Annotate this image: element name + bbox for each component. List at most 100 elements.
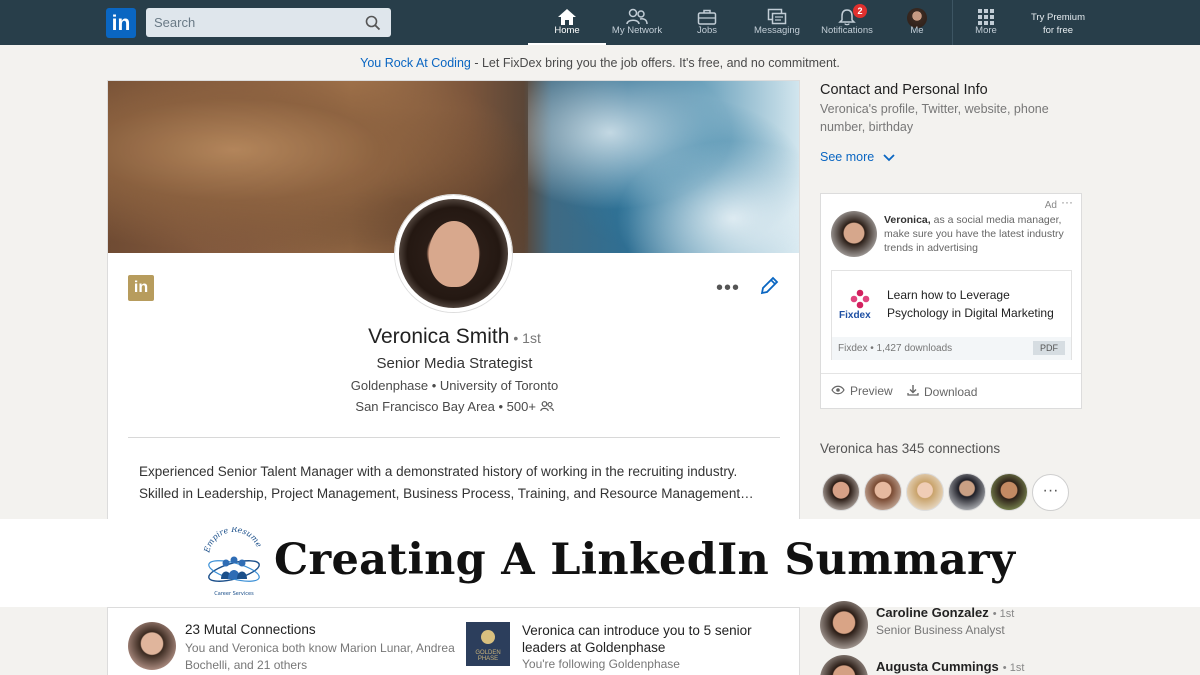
goldenphase-logo[interactable]: GOLDEN PHASE: [466, 622, 510, 666]
search-input[interactable]: [146, 8, 346, 37]
premium-line-2: for free: [1042, 25, 1074, 36]
download-button[interactable]: Download: [907, 384, 977, 399]
nav-me-label: Me: [910, 25, 924, 36]
profile-summary: Experienced Senior Talent Manager with a…: [139, 461, 779, 505]
download-label: Download: [924, 384, 978, 399]
person-title: Senior Business Analyst: [876, 623, 1005, 637]
profile-name-line: Veronica Smith • 1st: [108, 325, 799, 349]
person-avatar[interactable]: [820, 601, 868, 649]
see-more-link[interactable]: See more: [820, 150, 895, 165]
bell-icon: [808, 0, 886, 26]
nav-notifications[interactable]: 2 Notifications: [808, 0, 886, 45]
ad-label: Ad: [1044, 200, 1057, 211]
profile-card: in ••• Veronica Smith • 1st Senior Media …: [107, 80, 800, 520]
nav-messaging[interactable]: Messaging: [738, 0, 816, 45]
ad-avatar: [831, 211, 877, 257]
following-status: You're following Goldenphase: [522, 657, 680, 671]
logo-arc-textpath: Empire Resume: [202, 525, 264, 555]
nav-more[interactable]: More: [947, 0, 1025, 45]
messaging-icon: [738, 0, 816, 25]
person-name[interactable]: Augusta Cummings: [876, 659, 999, 674]
ad-divider: [821, 373, 1081, 374]
connection-avatar[interactable]: [864, 473, 902, 511]
introduction-title[interactable]: Veronica can introduce you to 5 senior l…: [522, 622, 782, 656]
ad-recipient: Veronica,: [884, 214, 931, 226]
person-name-line: Augusta Cummings • 1st: [876, 659, 1024, 674]
nav-jobs[interactable]: Jobs: [668, 0, 746, 45]
banner-title: Creating A LinkedIn Summary: [274, 535, 1016, 585]
person-degree: • 1st: [1002, 662, 1025, 674]
see-more-label: See more: [820, 150, 875, 164]
profile-location: San Francisco Bay Area: [355, 399, 495, 414]
summary-line-1: Experienced Senior Talent Manager with a…: [139, 464, 738, 479]
person-name-line: Caroline Gonzalez • 1st: [876, 605, 1014, 620]
eye-icon: [831, 384, 845, 398]
try-premium-link[interactable]: Try Premium for free: [1022, 11, 1094, 37]
people-icon: [598, 0, 676, 25]
more-connections-button[interactable]: ···: [1032, 474, 1069, 511]
connection-avatar[interactable]: [990, 473, 1028, 511]
download-icon: [907, 384, 919, 399]
ad-document-preview[interactable]: Fixdex Learn how to Leverage Psychology …: [831, 270, 1072, 360]
search-box[interactable]: [146, 8, 391, 37]
profile-photo[interactable]: [395, 195, 512, 312]
connection-avatar[interactable]: [906, 473, 944, 511]
promo-link[interactable]: You Rock At Coding: [360, 56, 471, 70]
fixdex-brand: Fixdex: [839, 310, 871, 321]
nav-more-label: More: [975, 25, 997, 36]
summary-line-2: Skilled in Leadership, Project Managemen…: [139, 486, 754, 501]
profile-face: [429, 221, 479, 287]
connection-avatar[interactable]: [822, 473, 860, 511]
person-degree: • 1st: [992, 608, 1015, 620]
contact-info-description: Veronica's profile, Twitter, website, ph…: [820, 102, 1049, 134]
ad-download-count: Fixdex • 1,427 downloads: [838, 343, 953, 354]
profile-connections[interactable]: 500+: [507, 399, 536, 414]
linkedin-badge-icon: in: [128, 275, 154, 301]
highlights-card: 23 Mutal Connections You and Veronica bo…: [107, 607, 800, 675]
nav-home[interactable]: Home: [528, 0, 606, 45]
connection-avatar[interactable]: [948, 473, 986, 511]
profile-headline: Senior Media Strategist: [376, 355, 533, 372]
premium-line-1: Try Premium: [1030, 12, 1085, 23]
promo-text: - Let FixDex bring you the job offers. I…: [470, 56, 840, 70]
preview-button[interactable]: Preview: [831, 384, 893, 398]
profile-school[interactable]: University of Toronto: [440, 378, 558, 393]
ad-more-icon[interactable]: ···: [1061, 195, 1073, 209]
briefcase-icon: [668, 0, 746, 25]
promo-banner: You Rock At Coding - Let FixDex bring yo…: [0, 56, 1200, 70]
nav-home-label: Home: [554, 25, 580, 36]
mutual-connections-description: You and Veronica both know Marion Lunar,…: [185, 641, 455, 672]
person-name[interactable]: Caroline Gonzalez: [876, 605, 989, 620]
chevron-down-icon: [883, 151, 895, 165]
nav-my-network-label: My Network: [611, 25, 663, 36]
linkedin-logo[interactable]: in: [106, 8, 136, 38]
search-icon[interactable]: [365, 15, 381, 36]
nav-my-network[interactable]: My Network: [598, 0, 676, 45]
ad-card: Ad ··· Veronica, as a social media manag…: [820, 193, 1082, 409]
ad-headline[interactable]: Learn how to Leverage Psychology in Digi…: [887, 286, 1067, 322]
top-nav: in Home My Network Jobs Messaging 2: [0, 0, 1200, 45]
mutual-connections-title[interactable]: 23 Mutal Connections: [185, 622, 316, 637]
connections-count-title[interactable]: Veronica has 345 connections: [820, 441, 1000, 456]
contact-info-title: Contact and Personal Info: [820, 82, 988, 98]
edit-pencil-icon[interactable]: [758, 275, 780, 302]
mutual-connection-avatar[interactable]: [128, 622, 176, 670]
nav-notifications-label: Notifications: [821, 25, 873, 36]
logo-arc-text: Empire Resume: [203, 527, 264, 555]
empire-resume-logo: Empire Resume Career Services: [202, 525, 265, 599]
home-icon: [528, 0, 606, 25]
nav-jobs-label: Jobs: [696, 25, 718, 36]
logo-bottom-text: Career Services: [214, 591, 254, 597]
profile-location-line: San Francisco Bay Area • 500+: [108, 399, 799, 414]
ad-document-footer: Fixdex • 1,427 downloads PDF: [832, 337, 1071, 360]
profile-name: Veronica Smith: [368, 325, 510, 348]
profile-company-school: Goldenphase • University of Toronto: [350, 378, 559, 393]
more-options-icon[interactable]: •••: [716, 277, 740, 300]
profile-company[interactable]: Goldenphase: [351, 378, 428, 393]
connection-degree: • 1st: [513, 330, 541, 346]
section-divider: [128, 437, 780, 438]
grid-icon: [947, 0, 1025, 25]
nav-me[interactable]: Me: [878, 0, 956, 45]
person-avatar[interactable]: [820, 655, 868, 675]
pdf-badge: PDF: [1033, 341, 1065, 355]
